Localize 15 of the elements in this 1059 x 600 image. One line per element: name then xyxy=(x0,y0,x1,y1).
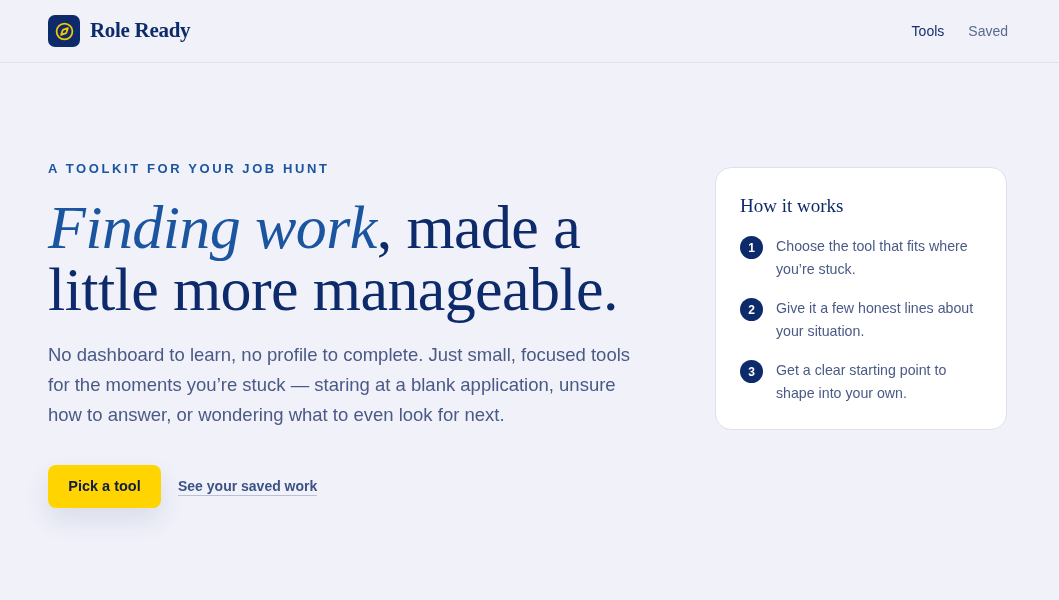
card-title: How it works xyxy=(740,194,845,218)
step-text: Give it a few honest lines about your situation. xyxy=(776,299,975,341)
eyebrow-text: A TOOLKIT FOR YOUR JOB HUNT xyxy=(48,162,331,176)
saved-work-link[interactable]: See your saved work xyxy=(178,477,318,496)
step-text: Get a clear starting point to shape into your own. xyxy=(776,361,948,403)
nav-link[interactable]: Saved xyxy=(968,20,1008,42)
step-text: Choose the tool that fits where you’re stuck. xyxy=(776,237,969,279)
pick-tool-button[interactable]: Pick a tool xyxy=(48,465,161,508)
brand-name: Role Ready xyxy=(90,17,191,45)
step-number: 2 xyxy=(740,298,763,321)
nav-link[interactable]: Tools xyxy=(911,20,945,42)
step-number: 1 xyxy=(740,236,763,259)
intro-paragraph: No dashboard to learn, no profile to complete. Just small, focused tools for the moments you’re stuck — staring at a blank application, unsure how to answer, or wondering what to even look for next. xyxy=(48,343,632,427)
compass-logo-icon xyxy=(48,15,80,47)
step-number: 3 xyxy=(740,360,763,383)
